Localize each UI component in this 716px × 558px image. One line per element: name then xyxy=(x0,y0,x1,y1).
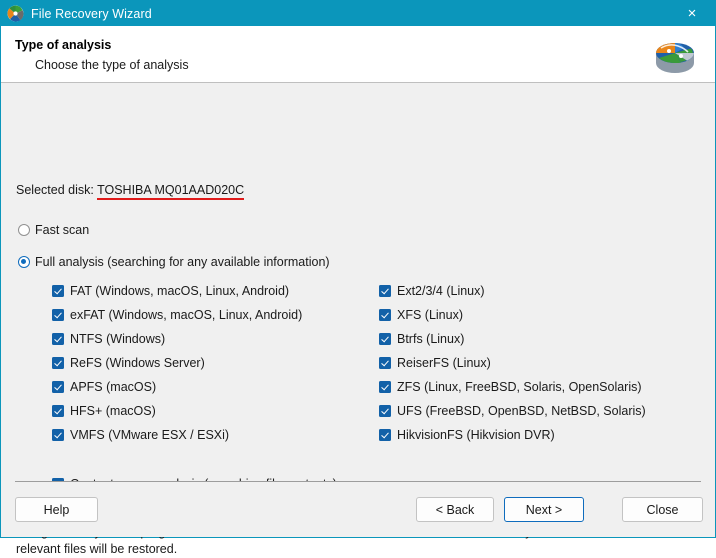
radio-fast-scan-label: Fast scan xyxy=(35,223,89,237)
filesystem-list-right: Ext2/3/4 (Linux) XFS (Linux) Btrfs (Linu… xyxy=(379,279,646,447)
checkbox-ntfs[interactable]: NTFS (Windows) xyxy=(52,327,302,351)
checkbox-apfs[interactable]: APFS (macOS) xyxy=(52,375,302,399)
radio-off-icon xyxy=(18,224,30,236)
checkbox-label: HikvisionFS (Hikvision DVR) xyxy=(397,428,555,442)
checkbox-label: FAT (Windows, macOS, Linux, Android) xyxy=(70,284,289,298)
page-subtitle: Choose the type of analysis xyxy=(35,58,189,72)
disk-analysis-icon xyxy=(651,32,699,78)
filesystem-list-left: FAT (Windows, macOS, Linux, Android) exF… xyxy=(52,279,302,447)
footer-separator xyxy=(15,481,701,482)
close-icon[interactable]: × xyxy=(669,1,715,26)
next-button[interactable]: Next > xyxy=(504,497,584,522)
checkbox-exfat[interactable]: exFAT (Windows, macOS, Linux, Android) xyxy=(52,303,302,327)
checkbox-label: VMFS (VMware ESX / ESXi) xyxy=(70,428,229,442)
radio-full-analysis[interactable]: Full analysis (searching for any availab… xyxy=(18,255,330,269)
selected-disk: Selected disk: TOSHIBA MQ01AAD020C xyxy=(16,183,244,197)
checkbox-hfsplus[interactable]: HFS+ (macOS) xyxy=(52,399,302,423)
selected-disk-value: TOSHIBA MQ01AAD020C xyxy=(97,183,244,200)
checkbox-label: ZFS (Linux, FreeBSD, Solaris, OpenSolari… xyxy=(397,380,642,394)
checkbox-label: HFS+ (macOS) xyxy=(70,404,156,418)
checkbox-label: APFS (macOS) xyxy=(70,380,156,394)
checkbox-btrfs[interactable]: Btrfs (Linux) xyxy=(379,327,646,351)
checkbox-fat[interactable]: FAT (Windows, macOS, Linux, Android) xyxy=(52,279,302,303)
wizard-header: Type of analysis Choose the type of anal… xyxy=(1,26,715,83)
title-bar: File Recovery Wizard × xyxy=(1,1,715,26)
radio-full-analysis-label: Full analysis (searching for any availab… xyxy=(35,255,330,269)
selected-disk-label: Selected disk: xyxy=(16,183,94,197)
checkbox-checked-icon xyxy=(52,285,64,297)
checkbox-label: ReiserFS (Linux) xyxy=(397,356,491,370)
checkbox-checked-icon xyxy=(379,309,391,321)
checkbox-ufs[interactable]: UFS (FreeBSD, OpenBSD, NetBSD, Solaris) xyxy=(379,399,646,423)
checkbox-label: Btrfs (Linux) xyxy=(397,332,464,346)
checkbox-label: ReFS (Windows Server) xyxy=(70,356,205,370)
checkbox-checked-icon xyxy=(52,309,64,321)
checkbox-xfs[interactable]: XFS (Linux) xyxy=(379,303,646,327)
checkbox-label: XFS (Linux) xyxy=(397,308,463,322)
checkbox-checked-icon xyxy=(379,381,391,393)
app-disk-pie-icon xyxy=(7,5,24,22)
checkbox-label: exFAT (Windows, macOS, Linux, Android) xyxy=(70,308,302,322)
window-title: File Recovery Wizard xyxy=(31,7,152,21)
close-button[interactable]: Close xyxy=(622,497,703,522)
checkbox-checked-icon xyxy=(52,333,64,345)
checkbox-vmfs[interactable]: VMFS (VMware ESX / ESXi) xyxy=(52,423,302,447)
page-title: Type of analysis xyxy=(15,38,111,52)
checkbox-label: Ext2/3/4 (Linux) xyxy=(397,284,485,298)
checkbox-checked-icon xyxy=(52,381,64,393)
checkbox-checked-icon xyxy=(379,405,391,417)
checkbox-zfs[interactable]: ZFS (Linux, FreeBSD, Solaris, OpenSolari… xyxy=(379,375,646,399)
checkbox-refs[interactable]: ReFS (Windows Server) xyxy=(52,351,302,375)
checkbox-checked-icon xyxy=(379,357,391,369)
checkbox-checked-icon xyxy=(52,405,64,417)
checkbox-checked-icon xyxy=(379,429,391,441)
checkbox-reiserfs[interactable]: ReiserFS (Linux) xyxy=(379,351,646,375)
footer-button-bar: Help < Back Next > Close xyxy=(1,481,715,537)
radio-fast-scan[interactable]: Fast scan xyxy=(18,223,89,237)
checkbox-ext234[interactable]: Ext2/3/4 (Linux) xyxy=(379,279,646,303)
checkbox-checked-icon xyxy=(379,285,391,297)
checkbox-checked-icon xyxy=(379,333,391,345)
checkbox-label: NTFS (Windows) xyxy=(70,332,165,346)
checkbox-label: UFS (FreeBSD, OpenBSD, NetBSD, Solaris) xyxy=(397,404,646,418)
wizard-body: Selected disk: TOSHIBA MQ01AAD020C Fast … xyxy=(1,83,715,481)
file-recovery-wizard-window: File Recovery Wizard × Type of analysis … xyxy=(0,0,716,538)
radio-on-icon xyxy=(18,256,30,268)
checkbox-checked-icon xyxy=(52,429,64,441)
checkbox-hikvisionfs[interactable]: HikvisionFS (Hikvision DVR) xyxy=(379,423,646,447)
checkbox-checked-icon xyxy=(52,357,64,369)
back-button[interactable]: < Back xyxy=(416,497,494,522)
help-button[interactable]: Help xyxy=(15,497,98,522)
